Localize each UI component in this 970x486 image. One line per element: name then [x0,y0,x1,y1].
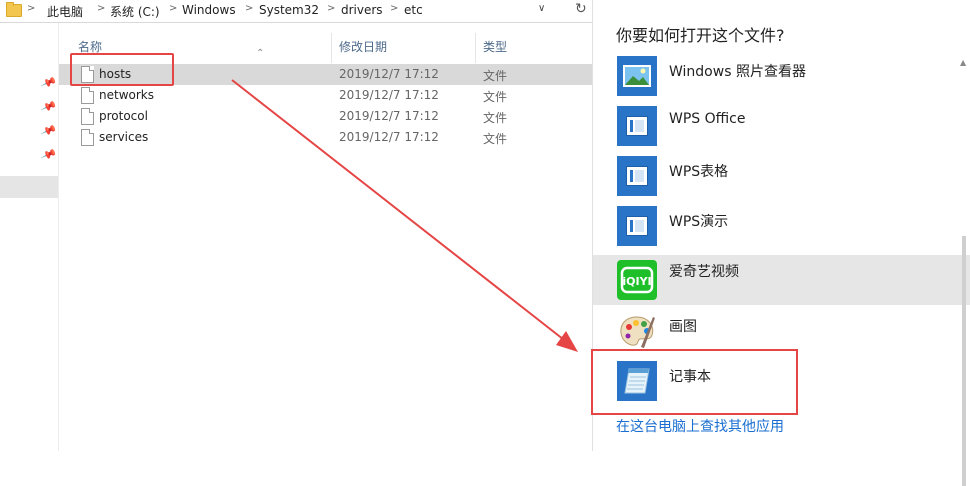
file-date: 2019/12/7 17:12 [339,67,439,81]
paint-palette-icon [617,311,657,351]
app-option-photo-viewer[interactable]: Windows 照片查看器 [593,50,970,100]
chevron-down-icon[interactable]: ∨ [538,3,545,14]
app-option-wps-presentation[interactable]: WPS演示 [593,200,970,250]
file-name: services [99,130,149,144]
file-date: 2019/12/7 17:12 [339,109,439,123]
column-divider[interactable] [475,33,476,63]
breadcrumb-separator: > [245,3,254,14]
refresh-icon[interactable]: ↻ [575,1,587,17]
iqiyi-icon: iQIYI [617,260,657,300]
breadcrumb-etc[interactable]: etc [404,3,423,17]
file-name: networks [99,88,154,102]
app-label: WPS表格 [669,164,729,180]
file-type: 文件 [483,69,508,83]
file-type: 文件 [483,132,508,146]
breadcrumb-separator: > [97,3,106,14]
svg-text:iQIYI: iQIYI [622,275,651,288]
column-header-type[interactable]: 类型 [483,38,507,55]
wps-icon [617,206,657,246]
app-label: 爱奇艺视频 [669,264,739,280]
file-icon [81,87,94,104]
file-date: 2019/12/7 17:12 [339,88,439,102]
app-label: Windows 照片查看器 [669,64,806,80]
app-option-iqiyi[interactable]: iQIYI 爱奇艺视频 [593,255,970,305]
folder-icon [6,2,22,17]
find-other-apps-link[interactable]: 在这台电脑上查找其他应用 [616,416,784,436]
address-bar[interactable]: > 此电脑 > 系统 (C:) > Windows > System32 > d… [0,0,593,23]
scroll-up-icon[interactable]: ▲ [960,58,966,67]
photo-viewer-icon [617,56,657,96]
file-date: 2019/12/7 17:12 [339,130,439,144]
pin-icon: 📌 [40,122,58,139]
file-row-services[interactable]: services 2019/12/7 17:12 文件 [59,127,593,148]
app-option-wps-office[interactable]: WPS Office [593,100,970,150]
scrollbar[interactable]: ▲ [960,50,968,486]
highlight-box-notepad [591,349,798,415]
wps-icon [617,106,657,146]
breadcrumb-system-c[interactable]: 系统 (C:) [110,3,160,20]
breadcrumb-separator: > [27,3,36,14]
open-with-title: 你要如何打开这个文件? [616,26,785,45]
pin-icon: 📌 [40,98,58,115]
app-option-wps-spreadsheet[interactable]: WPS表格 [593,150,970,200]
file-icon [81,108,94,125]
breadcrumb-system32[interactable]: System32 [259,3,319,17]
app-label: 画图 [669,319,697,335]
pin-icon: 📌 [40,74,58,91]
file-icon [81,129,94,146]
nav-item-selected[interactable] [0,176,58,198]
breadcrumb-separator: > [390,3,399,14]
scrollbar-thumb[interactable] [962,236,966,486]
column-divider[interactable] [331,33,332,63]
wps-icon [617,156,657,196]
breadcrumb-separator: > [169,3,178,14]
app-option-paint[interactable]: 画图 [593,305,970,355]
breadcrumb-drivers[interactable]: drivers [341,3,383,17]
navigation-pane: 📌 📌 📌 📌 [0,23,58,451]
file-type: 文件 [483,90,508,104]
app-label: WPS演示 [669,214,729,230]
highlight-box-hosts [70,53,174,86]
column-header-date[interactable]: 修改日期 [339,38,387,55]
file-name: protocol [99,109,148,123]
file-row-protocol[interactable]: protocol 2019/12/7 17:12 文件 [59,106,593,127]
app-label: WPS Office [669,111,746,127]
breadcrumb-separator: > [327,3,336,14]
pin-icon: 📌 [40,146,58,163]
file-row-networks[interactable]: networks 2019/12/7 17:12 文件 [59,85,593,106]
breadcrumb-this-pc[interactable]: 此电脑 [47,3,83,20]
sort-up-icon: ⌃ [256,48,265,59]
breadcrumb-windows[interactable]: Windows [182,3,236,17]
file-type: 文件 [483,111,508,125]
